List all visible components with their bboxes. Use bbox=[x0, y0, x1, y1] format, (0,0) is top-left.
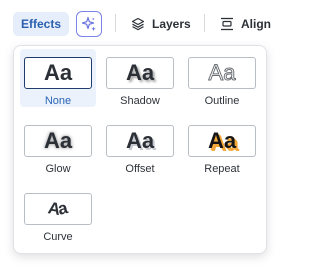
effects-popup: Aa None Aa Shadow Aa Outline Aa Glow Aa … bbox=[13, 45, 267, 254]
effect-sample-text: Aa bbox=[125, 128, 155, 153]
effect-preview-tile: Aa bbox=[188, 125, 256, 157]
effect-glow[interactable]: Aa Glow bbox=[20, 117, 96, 175]
layers-label: Layers bbox=[152, 17, 191, 31]
align-button[interactable]: Align bbox=[220, 12, 271, 36]
align-icon bbox=[221, 17, 233, 31]
layers-button[interactable]: Layers bbox=[131, 12, 191, 36]
effect-label: Shadow bbox=[120, 95, 160, 107]
toolbar-divider bbox=[115, 14, 116, 32]
effect-preview-tile: Aa bbox=[24, 57, 92, 89]
align-label: Align bbox=[241, 17, 271, 31]
effect-sample-text: Aa bbox=[207, 128, 237, 153]
effect-none[interactable]: Aa None bbox=[20, 49, 96, 107]
effect-label: Curve bbox=[43, 231, 73, 243]
magic-button[interactable] bbox=[76, 11, 102, 37]
effect-repeat[interactable]: Aa Repeat bbox=[184, 117, 260, 175]
effect-preview-tile: Aa bbox=[106, 125, 174, 157]
effect-outline[interactable]: Aa Outline bbox=[184, 49, 260, 107]
effect-curve[interactable]: Aa Curve bbox=[20, 185, 96, 243]
effect-shadow[interactable]: Aa Shadow bbox=[102, 49, 178, 107]
text-toolbar: Effects Layers Align bbox=[0, 0, 283, 44]
effect-sample-text: Aa bbox=[125, 60, 155, 85]
toolbar-divider bbox=[204, 14, 205, 32]
effect-preview-tile: Aa bbox=[24, 193, 92, 225]
svg-text:Aa: Aa bbox=[47, 198, 71, 219]
effect-preview-tile: Aa bbox=[106, 57, 174, 89]
effect-label: Glow bbox=[45, 163, 71, 175]
effect-sample-text: Aa bbox=[43, 128, 73, 153]
effect-label: Outline bbox=[204, 95, 240, 107]
layers-icon bbox=[131, 17, 145, 31]
effect-sample-text: Aa bbox=[208, 60, 236, 85]
effects-button[interactable]: Effects bbox=[13, 12, 69, 36]
effect-label: Offset bbox=[125, 163, 155, 175]
effect-label: Repeat bbox=[204, 163, 240, 175]
effect-sample-text: Aa bbox=[43, 60, 73, 85]
effect-label: None bbox=[44, 95, 72, 107]
curve-sample-graphic: Aa bbox=[47, 198, 71, 219]
effect-preview-tile: Aa bbox=[24, 125, 92, 157]
sparkles-icon bbox=[81, 16, 96, 32]
effect-offset[interactable]: Aa Offset bbox=[102, 117, 178, 175]
effect-preview-tile: Aa bbox=[188, 57, 256, 89]
effect-sample-text: Aa bbox=[47, 198, 71, 219]
